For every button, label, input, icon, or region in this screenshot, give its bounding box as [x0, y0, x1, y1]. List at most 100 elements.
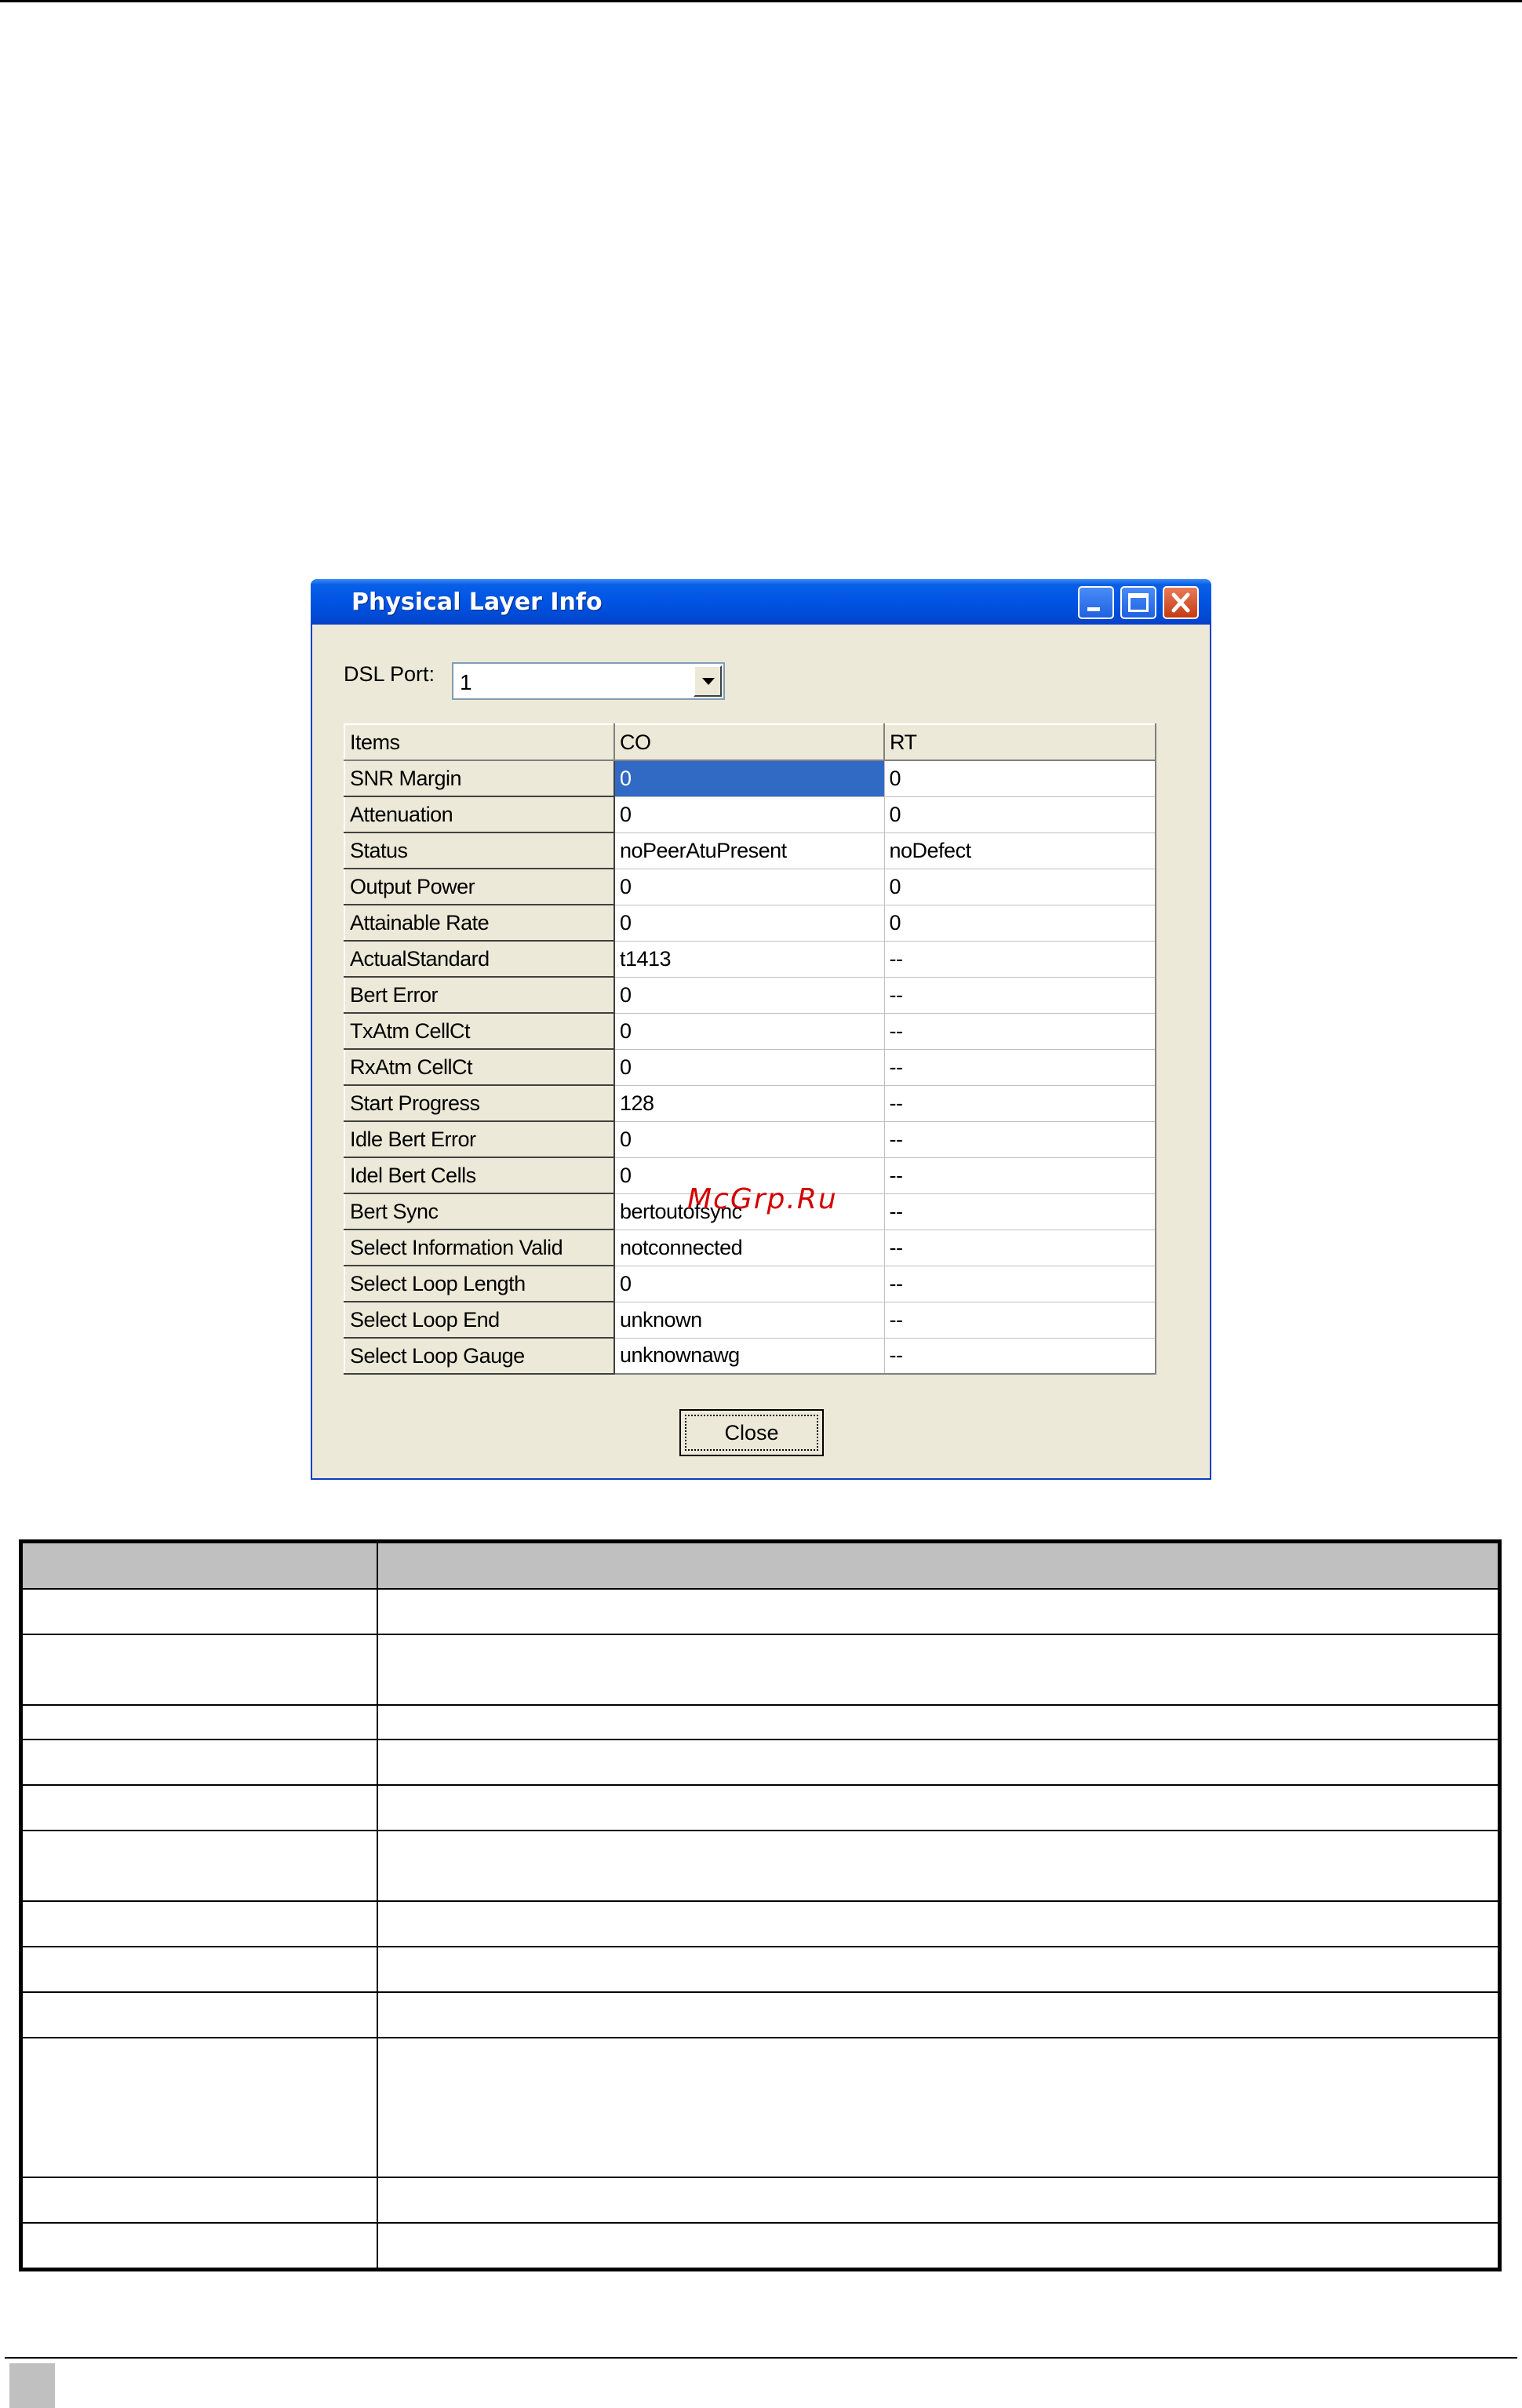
header-rt[interactable]: RT: [883, 723, 1156, 761]
description-row: [20, 1703, 1501, 1740]
grid-cell-co[interactable]: noPeerAtuPresent: [614, 832, 885, 869]
dsl-port-select[interactable]: 1: [452, 662, 725, 700]
grid-cell-rt[interactable]: --: [883, 976, 1156, 1014]
grid-cell-co[interactable]: t1413: [614, 940, 885, 978]
grid-cell-item[interactable]: Bert Sync: [344, 1193, 615, 1230]
grid-cell-item[interactable]: Select Loop End: [344, 1301, 615, 1339]
grid-cell-item[interactable]: Idel Bert Cells: [344, 1157, 615, 1194]
grid-cell-co[interactable]: 0: [614, 1048, 885, 1086]
grid-row[interactable]: Bert Error 0 --: [344, 976, 1156, 1014]
description-row: [20, 1829, 1501, 1902]
grid-cell-item[interactable]: TxAtm CellCt: [344, 1012, 615, 1050]
description-row: [20, 1738, 1501, 1786]
grid-cell-co[interactable]: 0: [614, 1265, 885, 1302]
grid-cell-rt[interactable]: 0: [883, 904, 1156, 942]
title-bar[interactable]: Physical Layer Info: [311, 579, 1211, 625]
grid-cell-item[interactable]: ActualStandard: [344, 940, 615, 978]
description-row: [20, 1633, 1501, 1706]
grid-cell-item[interactable]: Start Progress: [344, 1084, 615, 1122]
description-row: [20, 1900, 1501, 1947]
grid-cell-co[interactable]: 128: [614, 1084, 885, 1122]
grid-cell-item[interactable]: Status: [344, 832, 615, 869]
close-button[interactable]: Close: [679, 1409, 824, 1456]
close-icon: [1171, 592, 1190, 613]
maximize-icon: [1128, 593, 1149, 612]
grid-row[interactable]: Select Loop End unknown --: [344, 1301, 1156, 1339]
grid-cell-co[interactable]: 0: [614, 796, 885, 833]
grid-cell-co[interactable]: 0: [614, 904, 885, 942]
grid-cell-co[interactable]: 0: [614, 760, 885, 797]
grid-cell-rt[interactable]: --: [883, 1120, 1156, 1158]
header-co[interactable]: CO: [614, 723, 885, 761]
footer-rule: [5, 2357, 1517, 2359]
grid-cell-rt[interactable]: --: [883, 1048, 1156, 1086]
grid-cell-rt[interactable]: --: [883, 1193, 1156, 1230]
dsl-port-value: 1: [460, 670, 472, 694]
description-row: [20, 2176, 1501, 2224]
grid-cell-rt[interactable]: --: [883, 1012, 1156, 1050]
grid-row[interactable]: Idle Bert Error 0 --: [344, 1120, 1156, 1158]
grid-cell-rt[interactable]: 0: [883, 868, 1156, 905]
description-row: [20, 1991, 1501, 2038]
grid-row[interactable]: SNR Margin 0 0: [344, 760, 1156, 797]
chevron-down-icon[interactable]: [694, 665, 722, 697]
grid-cell-item[interactable]: Select Information Valid: [344, 1229, 615, 1266]
watermark: McGrp.Ru: [687, 1183, 838, 1215]
grid-cell-item[interactable]: SNR Margin: [344, 760, 615, 797]
grid-cell-rt[interactable]: --: [883, 1265, 1156, 1302]
header-items[interactable]: Items: [344, 723, 615, 761]
grid-cell-item[interactable]: Attainable Rate: [344, 904, 615, 942]
description-row: [20, 2036, 1501, 2178]
grid-cell-rt[interactable]: 0: [883, 796, 1156, 833]
description-row: [20, 1783, 1501, 1831]
grid-cell-rt[interactable]: --: [883, 1229, 1156, 1266]
grid-row[interactable]: TxAtm CellCt 0 --: [344, 1012, 1156, 1050]
grid-row[interactable]: Select Information Valid notconnected --: [344, 1229, 1156, 1266]
grid-row[interactable]: RxAtm CellCt 0 --: [344, 1048, 1156, 1086]
grid-cell-rt[interactable]: 0: [883, 760, 1156, 797]
grid-row[interactable]: Output Power 0 0: [344, 868, 1156, 905]
physical-layer-info-window: Physical Layer Info DSL Port: 1 Items CO…: [311, 579, 1211, 1480]
physical-layer-grid: Items CO RT SNR Margin 0 0 Attenuation 0 0 Sta…: [344, 723, 1156, 1375]
grid-cell-co[interactable]: 0: [614, 976, 885, 1014]
grid-row[interactable]: Attainable Rate 0 0: [344, 904, 1156, 942]
window-title: Physical Layer Info: [351, 588, 603, 616]
grid-cell-item[interactable]: Attenuation: [344, 796, 615, 833]
grid-cell-co[interactable]: notconnected: [614, 1229, 885, 1266]
grid-cell-item[interactable]: RxAtm CellCt: [344, 1048, 615, 1086]
grid-cell-rt[interactable]: --: [883, 1084, 1156, 1122]
grid-cell-rt[interactable]: --: [883, 1337, 1156, 1375]
top-rule: [0, 0, 1522, 2]
maximize-button[interactable]: [1120, 586, 1156, 619]
grid-cell-co[interactable]: 0: [614, 1120, 885, 1158]
grid-row[interactable]: ActualStandard t1413 --: [344, 940, 1156, 978]
grid-cell-co[interactable]: unknown: [614, 1301, 885, 1339]
close-button-label: Close: [685, 1415, 818, 1451]
description-row: [20, 2221, 1501, 2271]
grid-cell-co[interactable]: 0: [614, 868, 885, 905]
grid-cell-item[interactable]: Select Loop Length: [344, 1265, 615, 1302]
grid-row[interactable]: Attenuation 0 0: [344, 796, 1156, 833]
grid-cell-rt[interactable]: --: [883, 1157, 1156, 1194]
grid-cell-item[interactable]: Idle Bert Error: [344, 1120, 615, 1158]
grid-row[interactable]: Status noPeerAtuPresent noDefect: [344, 832, 1156, 869]
grid-header-row: Items CO RT: [344, 723, 1156, 761]
grid-row[interactable]: Start Progress 128 --: [344, 1084, 1156, 1122]
minimize-icon: [1087, 607, 1100, 611]
dsl-port-label: DSL Port:: [344, 662, 435, 686]
minimize-button[interactable]: [1078, 586, 1114, 619]
grid-cell-item[interactable]: Output Power: [344, 868, 615, 905]
grid-row[interactable]: Select Loop Length 0 --: [344, 1265, 1156, 1302]
close-window-button[interactable]: [1163, 586, 1199, 619]
grid-cell-item[interactable]: Select Loop Gauge: [344, 1337, 615, 1375]
description-row: [20, 1945, 1501, 1993]
grid-cell-co[interactable]: 0: [614, 1012, 885, 1050]
grid-row[interactable]: Select Loop Gauge unknownawg --: [344, 1337, 1156, 1375]
grid-cell-rt[interactable]: noDefect: [883, 832, 1156, 869]
grid-cell-item[interactable]: Bert Error: [344, 976, 615, 1014]
grid-cell-rt[interactable]: --: [883, 1301, 1156, 1339]
description-row: [20, 1587, 1501, 1635]
description-header-row: [20, 1540, 1501, 1590]
grid-cell-co[interactable]: unknownawg: [614, 1337, 885, 1375]
grid-cell-rt[interactable]: --: [883, 940, 1156, 978]
